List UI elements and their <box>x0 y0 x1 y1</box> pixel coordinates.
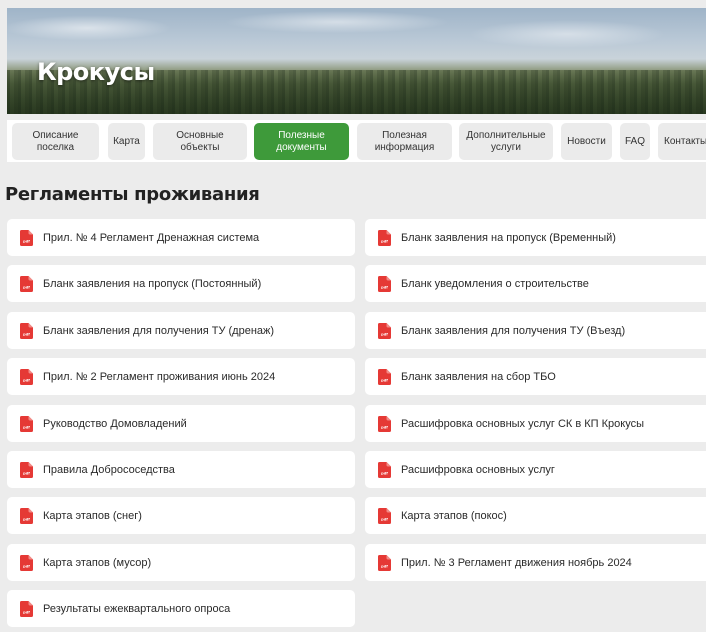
document-link[interactable]: pdf Прил. № 3 Регламент движения ноябрь 2… <box>365 544 706 581</box>
nav-tab-news[interactable]: Новости <box>561 123 612 160</box>
svg-text:pdf: pdf <box>381 285 388 289</box>
svg-text:pdf: pdf <box>23 517 30 521</box>
document-label: Бланк заявления на пропуск (Постоянный) <box>43 277 262 290</box>
document-label: Бланк заявления на пропуск (Временный) <box>401 231 616 244</box>
document-link[interactable]: pdf Карта этапов (мусор) <box>7 544 355 581</box>
document-label: Бланк заявления для получения ТУ (Въезд) <box>401 324 626 337</box>
pdf-icon: pdf <box>378 368 391 385</box>
svg-text:pdf: pdf <box>23 239 30 243</box>
document-link[interactable]: pdf Правила Добрососедства <box>7 451 355 488</box>
document-label: Бланк заявления на сбор ТБО <box>401 370 556 383</box>
document-label: Карта этапов (покос) <box>401 509 507 522</box>
pdf-icon: pdf <box>378 275 391 292</box>
document-label: Правила Добрососедства <box>43 463 175 476</box>
svg-text:pdf: pdf <box>381 378 388 382</box>
svg-text:pdf: pdf <box>23 378 30 382</box>
document-link[interactable]: pdf Прил. № 4 Регламент Дренажная система <box>7 219 355 256</box>
svg-text:pdf: pdf <box>23 564 30 568</box>
pdf-icon: pdf <box>378 507 391 524</box>
document-label: Прил. № 4 Регламент Дренажная система <box>43 231 260 244</box>
svg-text:pdf: pdf <box>381 471 388 475</box>
document-link[interactable]: pdf Бланк уведомления о строительстве <box>365 265 706 302</box>
document-label: Расшифровка основных услуг СК в КП Кроку… <box>401 417 645 430</box>
svg-text:pdf: pdf <box>23 471 30 475</box>
nav-tab-useful-documents[interactable]: Полезные документы <box>254 123 349 160</box>
pdf-icon: pdf <box>20 368 33 385</box>
document-link[interactable]: pdf Результаты ежеквартального опроса <box>7 590 355 627</box>
document-label: Результаты ежеквартального опроса <box>43 602 231 615</box>
svg-text:pdf: pdf <box>381 564 388 568</box>
pdf-icon: pdf <box>20 507 33 524</box>
pdf-icon: pdf <box>378 461 391 478</box>
nav-tab-additional-services[interactable]: Дополнительные услуги <box>459 123 553 160</box>
pdf-icon: pdf <box>20 600 33 617</box>
svg-text:pdf: pdf <box>381 517 388 521</box>
pdf-icon: pdf <box>20 275 33 292</box>
nav-tab-description[interactable]: Описание поселка <box>12 123 99 160</box>
pdf-icon: pdf <box>20 461 33 478</box>
svg-text:pdf: pdf <box>23 332 30 336</box>
nav-tab-contacts[interactable]: Контакты <box>658 123 706 160</box>
svg-text:pdf: pdf <box>381 425 388 429</box>
document-link[interactable]: pdf Бланк заявления для получения ТУ (Въе… <box>365 312 706 349</box>
pdf-icon: pdf <box>378 415 391 432</box>
document-link[interactable]: pdf Расшифровка основных услуг <box>365 451 706 488</box>
svg-text:pdf: pdf <box>23 425 30 429</box>
document-link[interactable]: pdf Карта этапов (снег) <box>7 497 355 534</box>
nav-tab-useful-info[interactable]: Полезная информация <box>357 123 452 160</box>
document-link[interactable]: pdf Бланк заявления для получения ТУ (дре… <box>7 312 355 349</box>
pdf-icon: pdf <box>20 554 33 571</box>
nav-tab-map[interactable]: Карта <box>108 123 145 160</box>
document-label: Расшифровка основных услуг <box>401 463 555 476</box>
nav-tab-main-objects[interactable]: Основные объекты <box>153 123 247 160</box>
document-link[interactable]: pdf Расшифровка основных услуг СК в КП Кр… <box>365 405 706 442</box>
document-label: Бланк уведомления о строительстве <box>401 277 589 290</box>
document-label: Прил. № 2 Регламент проживания июнь 2024 <box>43 370 276 383</box>
document-link[interactable]: pdf Бланк заявления на сбор ТБО <box>365 358 706 395</box>
document-label: Прил. № 3 Регламент движения ноябрь 2024 <box>401 556 632 569</box>
document-label: Бланк заявления для получения ТУ (дренаж… <box>43 324 275 337</box>
pdf-icon: pdf <box>20 229 33 246</box>
svg-text:pdf: pdf <box>381 332 388 336</box>
svg-text:pdf: pdf <box>23 610 30 614</box>
pdf-icon: pdf <box>378 229 391 246</box>
document-link[interactable]: pdf Прил. № 2 Регламент проживания июнь 2… <box>7 358 355 395</box>
page-title: Крокусы <box>37 58 155 86</box>
document-label: Карта этапов (снег) <box>43 509 142 522</box>
pdf-icon: pdf <box>378 554 391 571</box>
document-link[interactable]: pdf Руководство Домовладений <box>7 405 355 442</box>
svg-text:pdf: pdf <box>381 239 388 243</box>
document-link[interactable]: pdf Карта этапов (покос) <box>365 497 706 534</box>
section-nav: Описание поселка Карта Основные объекты … <box>7 120 706 162</box>
pdf-icon: pdf <box>378 322 391 339</box>
document-link[interactable]: pdf Бланк заявления на пропуск (Постоянны… <box>7 265 355 302</box>
document-label: Руководство Домовладений <box>43 417 187 430</box>
svg-text:pdf: pdf <box>23 285 30 289</box>
nav-tab-faq[interactable]: FAQ <box>620 123 650 160</box>
pdf-icon: pdf <box>20 322 33 339</box>
section-title: Регламенты проживания <box>5 184 260 205</box>
pdf-icon: pdf <box>20 415 33 432</box>
hero-banner: Крокусы <box>7 8 706 114</box>
document-label: Карта этапов (мусор) <box>43 556 152 569</box>
document-link[interactable]: pdf Бланк заявления на пропуск (Временный… <box>365 219 706 256</box>
